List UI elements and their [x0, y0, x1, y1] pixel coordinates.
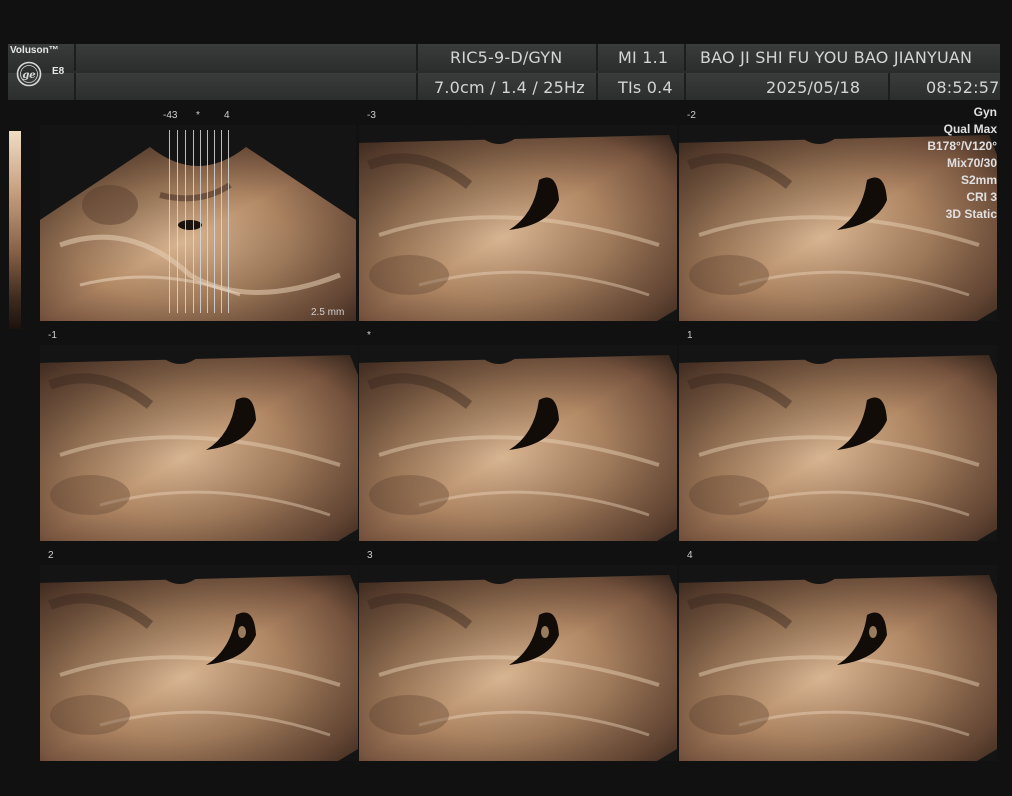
exam-date: 2025/05/18: [766, 78, 861, 97]
slice-position-label: -2: [687, 110, 696, 121]
divider: [684, 73, 686, 100]
param-item: Qual Max: [943, 122, 997, 136]
exam-time: 08:52:57: [926, 78, 1000, 97]
slice-position-label: 3: [367, 550, 373, 561]
slice-position-label: 4: [687, 550, 693, 561]
status-header: RIC5-9-D/GYN MI 1.1 BAO JI SHI FU YOU BA…: [8, 44, 1000, 100]
slice-plane-line[interactable]: [185, 130, 186, 313]
institution-name: BAO JI SHI FU YOU BAO JIANYUAN: [700, 48, 973, 67]
param-item: CRI 3: [966, 190, 997, 204]
header-row-1: RIC5-9-D/GYN MI 1.1 BAO JI SHI FU YOU BA…: [8, 44, 1000, 71]
divider: [416, 44, 418, 71]
slice-plane-line[interactable]: [207, 130, 208, 313]
param-item: S2mm: [960, 173, 997, 187]
reference-image-panel[interactable]: -43: [40, 125, 356, 321]
divider: [684, 44, 686, 71]
slice-plane-line[interactable]: [177, 130, 178, 313]
tis-value: TIs 0.4: [618, 78, 673, 97]
probe-label: E8: [52, 66, 65, 77]
slice-image-panel[interactable]: [359, 125, 677, 321]
slice-image-panel[interactable]: [359, 345, 677, 541]
divider: [888, 73, 890, 100]
mi-value: MI 1.1: [618, 48, 669, 67]
slice-image-panel[interactable]: [40, 565, 358, 761]
slice-image-panel[interactable]: [359, 565, 677, 761]
slice-plane-line[interactable]: [200, 130, 201, 313]
slice-plane-line[interactable]: [221, 130, 222, 313]
divider: [416, 73, 418, 100]
svg-text:ge: ge: [22, 70, 35, 81]
probe-mode: RIC5-9-D/GYN: [450, 48, 563, 67]
slice-position-label: 2: [48, 550, 54, 561]
param-item: 3D Static: [945, 207, 997, 221]
divider: [596, 73, 598, 100]
header-row-2: 7.0cm / 1.4 / 25Hz TIs 0.4 2025/05/18 08…: [8, 73, 1000, 100]
slice-plane-line[interactable]: [193, 130, 194, 313]
slice-image-panel[interactable]: [679, 345, 997, 541]
slice-position-label: 1: [687, 330, 693, 341]
param-item: Mix70/30: [946, 156, 997, 170]
slice-position-label: *: [367, 330, 371, 341]
divider: [74, 44, 76, 71]
param-item: B178°/V120°: [927, 139, 997, 153]
param-item: Gyn: [973, 105, 997, 119]
ref-left-label: -43: [163, 110, 178, 121]
ref-right-label: 4: [224, 110, 230, 121]
ge-logo-icon: ge: [16, 61, 42, 87]
divider: [596, 44, 598, 71]
slice-image-panel[interactable]: [40, 345, 358, 541]
brand-name: Voluson™: [10, 45, 59, 56]
depth-info: 7.0cm / 1.4 / 25Hz: [434, 78, 585, 97]
slice-position-label: -3: [367, 110, 376, 121]
slice-image-panel[interactable]: [679, 565, 997, 761]
grayscale-map-bar: [9, 131, 21, 329]
slice-spacing-label: 2.5 mm: [311, 307, 345, 318]
slice-plane-line[interactable]: [169, 130, 170, 313]
slice-position-label: -1: [48, 330, 57, 341]
ref-mid-label: *: [196, 110, 200, 121]
slice-plane-line[interactable]: [228, 130, 229, 313]
imaging-parameters: Gyn Qual Max B178°/V120° Mix70/30 S2mm C…: [927, 104, 997, 223]
divider: [74, 73, 76, 100]
slice-plane-line[interactable]: [214, 130, 215, 313]
